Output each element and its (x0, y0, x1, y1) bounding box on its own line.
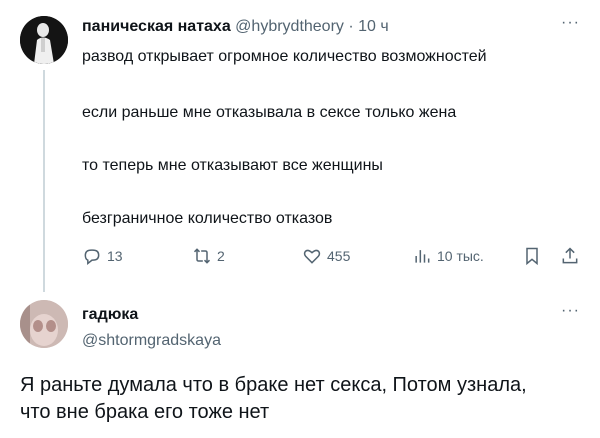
retweet-icon (193, 248, 211, 264)
views-button[interactable]: 10 тыс. (412, 246, 484, 266)
tweet-text-line: развод открывает огромное количество воз… (82, 48, 487, 65)
reply-author-name[interactable]: гадюка (82, 306, 138, 324)
avatar-image (20, 16, 68, 64)
reply-text-line: Я раньте думала что в браке нет секса, П… (20, 374, 527, 396)
share-button[interactable] (560, 246, 580, 266)
tweet-text-line: безграничное количество отказов (82, 210, 333, 227)
retweet-count: 2 (217, 248, 225, 264)
reply-count: 13 (107, 248, 123, 264)
reply-text: Я раньте думала что в браке нет секса, П… (20, 372, 580, 426)
avatar[interactable] (20, 16, 68, 64)
author-handle[interactable]: @hybrydtheory (235, 18, 344, 35)
bookmark-icon (526, 247, 538, 266)
timestamp[interactable]: 10 ч (358, 18, 389, 35)
retweet-button[interactable]: 2 (192, 246, 225, 266)
share-icon (562, 247, 578, 264)
avatar-image (20, 300, 68, 348)
author-name[interactable]: паническая натаха (82, 18, 231, 35)
avatar[interactable] (20, 300, 68, 348)
separator: · (348, 18, 354, 35)
like-button[interactable]: 455 (302, 246, 350, 266)
views-count: 10 тыс. (437, 248, 484, 264)
heart-icon (303, 249, 321, 264)
views-icon (415, 250, 430, 263)
bookmark-button[interactable] (522, 246, 542, 266)
tweet-text-line: если раньше мне отказывала в сексе тольк… (82, 104, 457, 121)
more-options-button[interactable]: ··· (561, 302, 580, 320)
more-options-button[interactable]: ··· (561, 14, 580, 32)
action-bar: 13 2 455 10 тыс. (82, 246, 582, 274)
reply-icon (84, 249, 100, 266)
thread-line (43, 70, 45, 292)
reply-text-line: что вне брака его тоже нет (20, 401, 270, 423)
reply-author-handle[interactable]: @shtormgradskaya (82, 332, 221, 350)
tweet: паническая натаха @hybrydtheory · 10 ч ·… (0, 0, 600, 292)
reply-button[interactable]: 13 (82, 246, 123, 266)
tweet-text-line: то теперь мне отказывают все женщины (82, 157, 383, 174)
tweet-header: паническая натаха @hybrydtheory · 10 ч (82, 18, 389, 36)
like-count: 455 (327, 248, 351, 264)
